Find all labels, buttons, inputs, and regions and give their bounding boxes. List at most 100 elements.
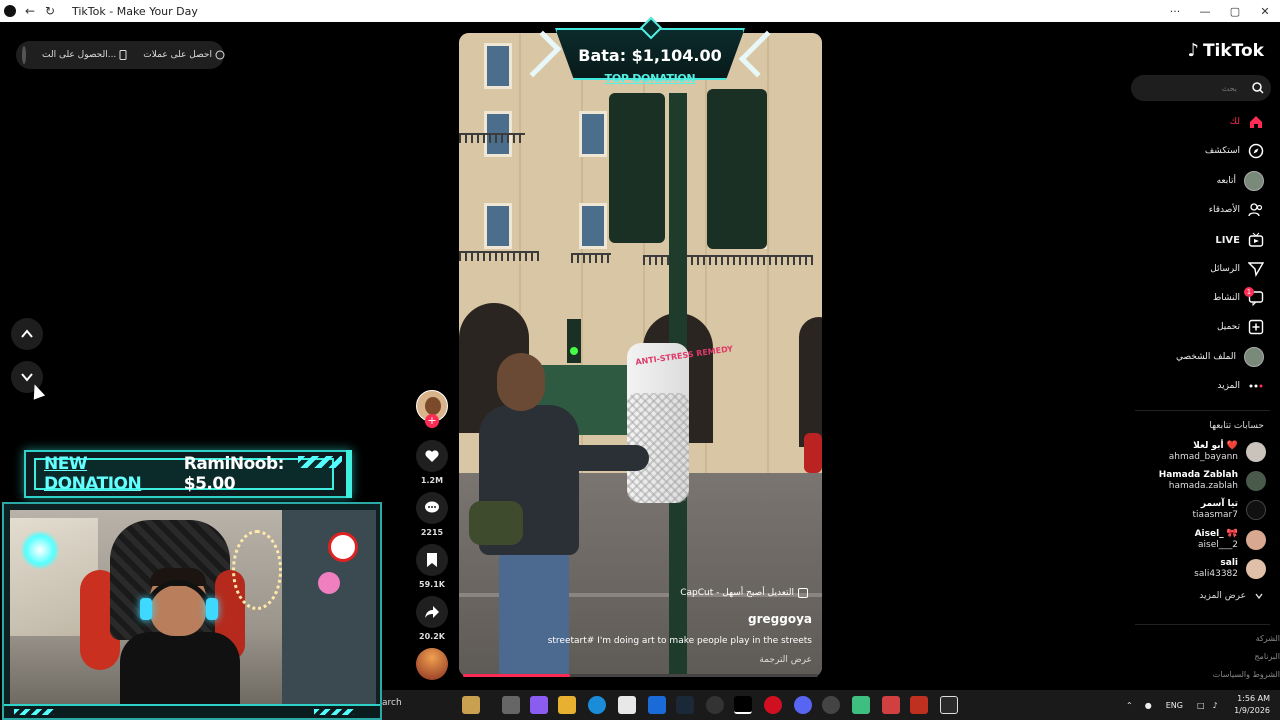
tiktok-logo[interactable]: ♪ TikTok [1187, 40, 1264, 61]
edge-icon[interactable] [588, 696, 606, 714]
folder-icon[interactable] [558, 696, 576, 714]
reload-icon[interactable]: ↻ [40, 0, 60, 22]
menu-button[interactable]: ··· [1160, 0, 1190, 22]
activity-badge: 1 [1244, 287, 1254, 297]
maximize-button[interactable]: ▢ [1220, 0, 1250, 22]
logo-text: TikTok [1202, 40, 1264, 61]
donation-inner: NEW DONATION RamiNoob: $5.00 [34, 454, 334, 494]
sidebar-divider [1135, 624, 1270, 625]
network-icon[interactable]: □ [1197, 701, 1205, 710]
more-icon [1248, 378, 1264, 394]
comment-button[interactable] [416, 492, 448, 524]
get-app-button[interactable]: الحصول على الت... [42, 50, 127, 60]
see-translation-link[interactable]: عرض الترجمة [759, 655, 812, 665]
account-username: aisel___2 [1198, 540, 1238, 550]
account-text: sali sali43382 [1194, 558, 1238, 580]
obs-icon[interactable] [822, 696, 840, 714]
streamer-body [120, 632, 240, 710]
language-indicator[interactable]: ENG [1166, 701, 1183, 710]
capture-app-icon[interactable] [940, 696, 958, 714]
search-icon[interactable] [1245, 82, 1271, 94]
followed-account[interactable]: sali sali43382 [1194, 556, 1266, 582]
close-button[interactable]: ✕ [1250, 0, 1280, 22]
task-view-icon[interactable] [502, 696, 520, 714]
share-button[interactable] [416, 596, 448, 628]
volume-icon[interactable]: ♪ [1213, 701, 1218, 710]
follow-button[interactable]: + [425, 414, 439, 428]
browser-app-icon [4, 5, 16, 17]
followed-account[interactable]: Hamada Zablah hamada.zablah [1159, 468, 1266, 494]
messages-icon [1248, 261, 1264, 277]
tray-chevron-up-icon[interactable]: ⌃ [1126, 701, 1133, 710]
video-progress-bar[interactable] [463, 674, 818, 677]
building-window [579, 203, 607, 249]
tf-app-icon[interactable] [910, 696, 928, 714]
discord-icon[interactable] [794, 696, 812, 714]
balcony [571, 253, 611, 263]
nav-activity[interactable]: النشاط 1 [1213, 286, 1264, 310]
account-username: tiaasmar7 [1192, 510, 1238, 520]
like-button[interactable] [416, 440, 448, 472]
account-avatar [1246, 559, 1266, 579]
mail-app-icon[interactable] [882, 696, 900, 714]
nav-friends[interactable]: الأصدقاء [1209, 198, 1264, 222]
search-input[interactable] [1131, 83, 1245, 93]
nav-label: المزيد [1217, 381, 1240, 391]
bookmark-icon [427, 553, 437, 567]
headset-cup-right [206, 598, 218, 620]
followed-account[interactable]: تيا آسمر tiaasmar7 [1193, 497, 1266, 523]
opera-icon[interactable] [764, 696, 782, 714]
taskbar-app-icon[interactable] [462, 696, 480, 714]
nav-more[interactable]: المزيد [1217, 374, 1264, 398]
microphone-icon[interactable]: ● [1145, 701, 1152, 710]
footer-terms-link[interactable]: الشروط والسياسات [1213, 670, 1280, 679]
balcony [459, 251, 539, 261]
share-count: 20.2K [419, 632, 445, 641]
clock-time: 1:56 AM [1237, 694, 1270, 703]
save-button[interactable] [416, 544, 448, 576]
window-controls: ··· — ▢ ✕ [1160, 0, 1280, 22]
user-avatar[interactable] [22, 46, 26, 64]
capcut-link[interactable]: CapCut - التعديل أصبح أسهل [680, 588, 808, 598]
video-player[interactable]: ANTI-STRESS REMEDY [459, 33, 822, 677]
outlook-icon[interactable] [648, 696, 666, 714]
account-text: أبو لعلا ❤️ ahmad_bayann [1169, 441, 1238, 463]
get-app-label: الحصول على الت... [42, 50, 117, 60]
followed-account[interactable]: Aisel_ 🎀 aisel___2 [1195, 527, 1266, 553]
comment-icon [425, 501, 439, 513]
search-bar[interactable] [1131, 75, 1271, 101]
nav-live[interactable]: LIVE [1215, 228, 1264, 252]
nav-messages[interactable]: الرسائل [1210, 257, 1264, 281]
get-coins-button[interactable]: احصل على عملات [143, 50, 225, 60]
copilot-icon[interactable] [530, 696, 548, 714]
browser-titlebar: ← ↻ TikTok - Make Your Day ··· — ▢ ✕ [0, 0, 1280, 22]
previous-video-button[interactable] [11, 318, 43, 350]
footer-program-link[interactable]: البرنامج [1254, 652, 1280, 661]
tiktok-taskbar-icon[interactable] [734, 696, 752, 714]
nav-explore[interactable]: استكشف [1205, 139, 1264, 163]
mouse-cursor [28, 382, 46, 400]
avatar-face [425, 397, 441, 415]
nav-profile[interactable]: الملف الشخصي [1176, 345, 1264, 369]
new-donation-banner: NEW DONATION RamiNoob: $5.00 [24, 450, 352, 498]
steam-icon[interactable] [676, 696, 694, 714]
taskbar-search-text[interactable]: arch [382, 698, 402, 708]
taskbar-clock[interactable]: 1:56 AM 1/9/2026 [1234, 693, 1270, 717]
see-more-button[interactable]: عرض المزيد [1199, 591, 1264, 601]
back-icon[interactable]: ← [20, 0, 40, 22]
balcony [459, 133, 525, 143]
followed-account[interactable]: أبو لعلا ❤️ ahmad_bayann [1169, 439, 1266, 465]
footer-company-link[interactable]: الشركة [1256, 634, 1280, 643]
nav-following[interactable]: أتابعه [1217, 169, 1264, 193]
minimize-button[interactable]: — [1190, 0, 1220, 22]
nav-upload[interactable]: تحميل [1217, 315, 1264, 339]
no-smoking-sign-icon [328, 532, 358, 562]
music-disc-icon[interactable] [416, 648, 448, 680]
new-donation-label: NEW DONATION [44, 454, 142, 494]
video-author[interactable]: greggoya [748, 612, 812, 626]
nav-label: النشاط [1212, 293, 1240, 303]
android-app-icon[interactable] [852, 696, 870, 714]
4k-app-icon[interactable] [706, 696, 724, 714]
nav-for-you[interactable]: لك [1230, 110, 1264, 134]
store-icon[interactable] [618, 696, 636, 714]
